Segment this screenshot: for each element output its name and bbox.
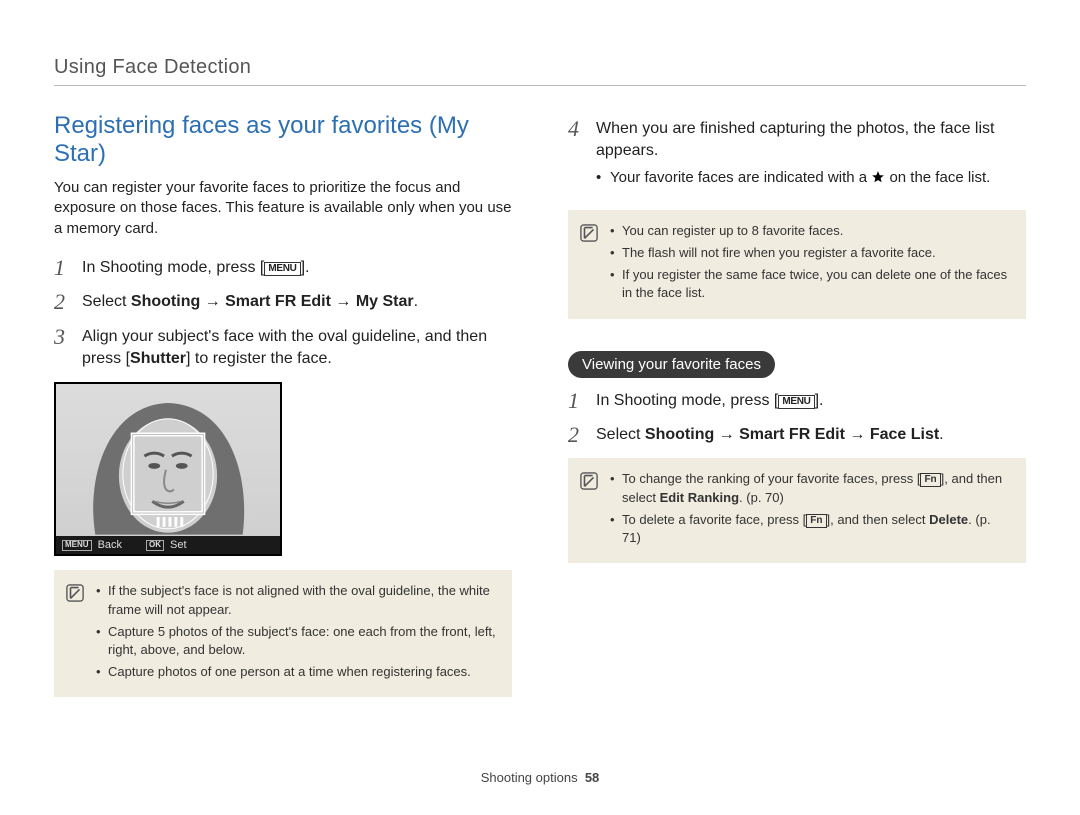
note-box-2: You can register up to 8 favorite faces.… xyxy=(568,210,1026,319)
step4-bullet: Your favorite faces are indicated with a… xyxy=(596,167,1026,188)
vstep2-shooting: Shooting xyxy=(645,426,714,443)
note-item: The flash will not fire when you registe… xyxy=(610,244,1012,262)
step-number: 4 xyxy=(568,118,586,198)
arrow-icon: → xyxy=(845,426,870,443)
step-2: 2 Select Shooting → Smart FR Edit → My S… xyxy=(54,291,512,313)
note-item: If the subject's face is not aligned wit… xyxy=(96,582,498,618)
vstep1-post: ]. xyxy=(815,392,824,409)
step-number: 2 xyxy=(568,424,586,446)
menu-icon: MENU xyxy=(264,262,300,276)
vstep2-smartfr: Smart FR Edit xyxy=(739,426,845,443)
star-icon xyxy=(871,170,885,184)
page-number: 58 xyxy=(585,770,599,785)
note-item: If you register the same face twice, you… xyxy=(610,266,1012,302)
step3-text-b: ] to register the face. xyxy=(186,350,332,367)
page-title: Registering faces as your favorites (My … xyxy=(54,112,512,168)
note-icon xyxy=(66,584,84,602)
step-number: 1 xyxy=(54,257,72,279)
arrow-icon: → xyxy=(331,293,356,310)
vstep2-post: . xyxy=(939,426,943,443)
step-1: 1 In Shooting mode, press [MENU]. xyxy=(54,257,512,279)
step-number: 3 xyxy=(54,326,72,371)
shutter-label: Shutter xyxy=(130,350,186,367)
step-3: 3 Align your subject's face with the ova… xyxy=(54,326,512,371)
vstep2-pre: Select xyxy=(596,426,645,443)
note-item: You can register up to 8 favorite faces. xyxy=(610,222,1012,240)
right-column: 4 When you are finished capturing the ph… xyxy=(568,112,1026,715)
step4-bullet-pre: Your favorite faces are indicated with a xyxy=(610,169,871,186)
step2-pre: Select xyxy=(82,293,131,310)
step2-shooting: Shooting xyxy=(131,293,200,310)
step2-post: . xyxy=(414,293,418,310)
footer-section: Shooting options xyxy=(481,770,578,785)
step-number: 2 xyxy=(54,291,72,313)
set-label: Set xyxy=(170,539,187,551)
left-column: Registering faces as your favorites (My … xyxy=(54,112,512,715)
screenshot-toolbar: MENU Back OK Set xyxy=(56,536,280,554)
intro-text: You can register your favorite faces to … xyxy=(54,178,512,239)
n3b1-pre: To change the ranking of your favorite f… xyxy=(622,471,920,486)
arrow-icon: → xyxy=(200,293,225,310)
arrow-icon: → xyxy=(714,426,739,443)
step2-smartfr: Smart FR Edit xyxy=(225,293,331,310)
section-header: Using Face Detection xyxy=(54,56,1026,86)
note-item: To change the ranking of your favorite f… xyxy=(610,470,1012,506)
step1-text-post: ]. xyxy=(301,259,310,276)
view-step-2: 2 Select Shooting → Smart FR Edit → Face… xyxy=(568,424,1026,446)
step4-bullet-post: on the face list. xyxy=(889,169,990,186)
n3b1-post: . (p. 70) xyxy=(739,490,784,505)
n3b2-pre: To delete a favorite face, press [ xyxy=(622,512,806,527)
vstep2-facelist: Face List xyxy=(870,426,939,443)
back-label: Back xyxy=(98,539,122,551)
vstep1-pre: In Shooting mode, press [ xyxy=(596,392,778,409)
note-box-1: If the subject's face is not aligned wit… xyxy=(54,570,512,697)
step2-mystar: My Star xyxy=(356,293,414,310)
camera-screenshot: MENU Back OK Set xyxy=(54,382,282,556)
step-number: 1 xyxy=(568,390,586,412)
n3b2-mid: ], and then select xyxy=(827,512,930,527)
n3b1-bold: Edit Ranking xyxy=(660,490,739,505)
note-item: Capture 5 photos of the subject's face: … xyxy=(96,623,498,659)
menu-icon: MENU xyxy=(62,540,92,551)
face-guideline-icon xyxy=(56,384,280,536)
note-box-3: To change the ranking of your favorite f… xyxy=(568,458,1026,563)
step1-text-pre: In Shooting mode, press [ xyxy=(82,259,264,276)
note-icon xyxy=(580,472,598,490)
step-4: 4 When you are finished capturing the ph… xyxy=(568,118,1026,198)
fn-icon: Fn xyxy=(920,473,940,487)
note-icon xyxy=(580,224,598,242)
note-item: To delete a favorite face, press [Fn], a… xyxy=(610,511,1012,547)
view-step-1: 1 In Shooting mode, press [MENU]. xyxy=(568,390,1026,412)
menu-icon: MENU xyxy=(778,395,814,409)
step4-text: When you are finished capturing the phot… xyxy=(596,118,1026,163)
n3b2-bold: Delete xyxy=(929,512,968,527)
subsection-pill: Viewing your favorite faces xyxy=(568,351,775,378)
page-footer: Shooting options 58 xyxy=(0,770,1080,785)
note-item: Capture photos of one person at a time w… xyxy=(96,663,498,681)
fn-icon: Fn xyxy=(806,514,826,528)
ok-icon: OK xyxy=(146,540,164,551)
